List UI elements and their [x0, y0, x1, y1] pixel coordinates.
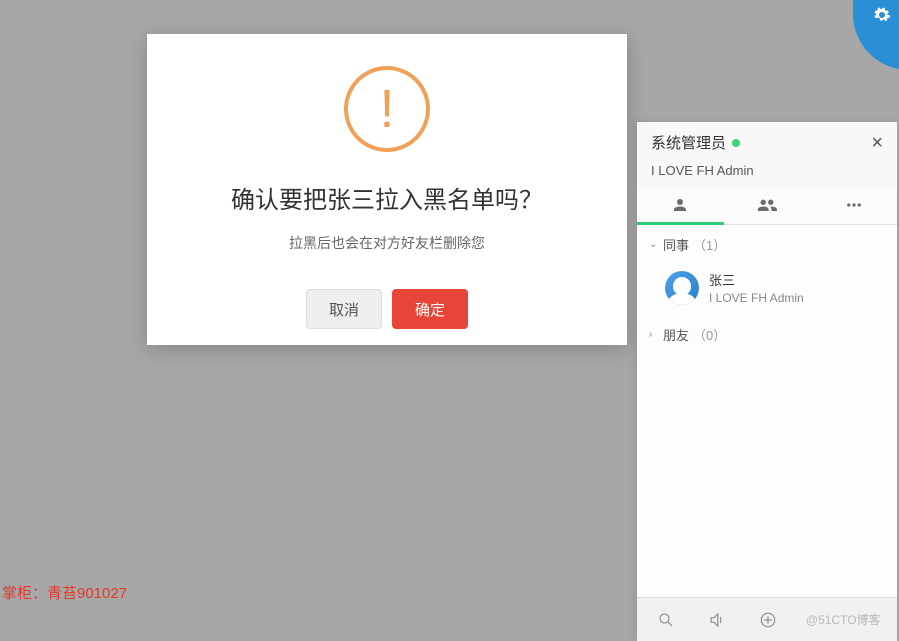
warning-icon: ! [344, 66, 430, 152]
settings-corner[interactable] [863, 0, 899, 60]
ellipsis-icon [845, 196, 863, 214]
group-header-friends[interactable]: › 朋友 （0） [637, 315, 897, 354]
owner-label: 掌柜：青苔901027 [2, 582, 127, 603]
search-icon[interactable] [653, 607, 679, 633]
chat-panel: 系统管理员 × I LOVE FH Admin ⌄ 同事 （1） 张三 I LO… [637, 122, 897, 641]
group-header-colleagues[interactable]: ⌄ 同事 （1） [637, 225, 897, 264]
people-icon [756, 196, 778, 214]
gear-icon [873, 6, 891, 24]
avatar [665, 271, 699, 305]
contact-status: I LOVE FH Admin [709, 291, 804, 305]
modal-subtitle: 拉黑后也会在对方好友栏删除您 [289, 233, 485, 253]
group-count: （1） [693, 235, 726, 254]
tab-more[interactable] [810, 186, 897, 224]
watermark: @51CTO博客 [806, 611, 881, 628]
contact-item[interactable]: 张三 I LOVE FH Admin [637, 264, 897, 315]
panel-footer: @51CTO博客 [637, 597, 897, 641]
close-icon[interactable]: × [871, 133, 883, 153]
chevron-down-icon: ⌄ [649, 239, 659, 250]
contact-groups: ⌄ 同事 （1） 张三 I LOVE FH Admin › 朋友 （0） [637, 225, 897, 597]
panel-tabs [637, 186, 897, 225]
group-name: 同事 [663, 235, 689, 254]
tab-groups[interactable] [724, 186, 811, 224]
tab-contacts[interactable] [637, 186, 724, 224]
chevron-right-icon: › [649, 329, 659, 340]
sound-icon[interactable] [704, 607, 730, 633]
contact-name: 张三 [709, 270, 804, 289]
cancel-button[interactable]: 取消 [306, 289, 382, 329]
group-name: 朋友 [663, 325, 689, 344]
panel-header: 系统管理员 × I LOVE FH Admin [637, 122, 897, 186]
admin-status: I LOVE FH Admin [651, 163, 883, 178]
admin-name: 系统管理员 [651, 132, 726, 153]
add-icon[interactable] [755, 607, 781, 633]
modal-buttons: 取消 确定 [306, 289, 468, 329]
confirm-button[interactable]: 确定 [392, 289, 468, 329]
modal-title: 确认要把张三拉入黑名单吗？ [231, 180, 543, 215]
person-icon [671, 196, 689, 214]
online-status-icon [732, 139, 740, 147]
group-count: （0） [693, 325, 726, 344]
confirm-modal: ! 确认要把张三拉入黑名单吗？ 拉黑后也会在对方好友栏删除您 取消 确定 [147, 34, 627, 345]
